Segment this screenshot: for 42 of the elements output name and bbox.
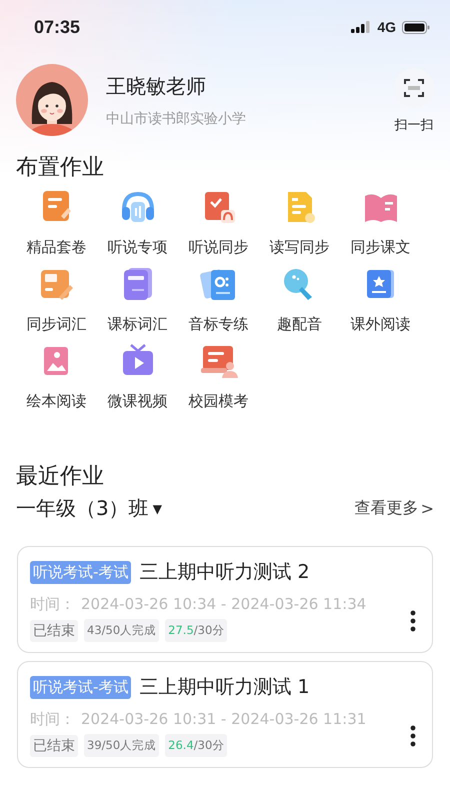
- feature-button[interactable]: 音标专练: [178, 265, 259, 334]
- time-label: 时间：: [30, 595, 75, 613]
- time-range: 2024-03-26 10:31 - 2024-03-26 11:31: [81, 710, 366, 728]
- network-label: 4G: [377, 19, 396, 35]
- status-time: 07:35: [34, 16, 80, 38]
- signal-icon: [351, 21, 372, 33]
- status-chip: 已结束: [30, 734, 78, 756]
- scan-icon: [403, 78, 425, 98]
- more-options-icon[interactable]: [410, 724, 416, 746]
- time-label: 时间：: [30, 710, 75, 728]
- school-name: 中山市读书郎实验小学: [106, 110, 247, 128]
- feature-button[interactable]: 同步课文: [340, 188, 421, 257]
- score-chip: 26.4/30分: [165, 734, 228, 757]
- homework-card[interactable]: 听说考试-考试 三上期中听力测试 1 时间： 2024-03-26 10:31 - 2024-03-26 11:31 已结束 39/50人完成 26.4/30分: [17, 661, 433, 768]
- feature-button[interactable]: 课外阅读: [340, 265, 421, 334]
- feature-button[interactable]: 校园模考: [178, 342, 259, 411]
- feature-button[interactable]: 微课视频: [97, 342, 178, 411]
- feature-button[interactable]: 趣配音: [259, 265, 340, 334]
- score-chip: 27.5/30分: [165, 619, 228, 642]
- battery-icon: [402, 20, 430, 34]
- more-options-icon[interactable]: [410, 610, 416, 632]
- feature-button[interactable]: 课标词汇: [97, 265, 178, 334]
- feature-button[interactable]: 精品套卷: [16, 188, 97, 257]
- feature-button[interactable]: 听说专项: [97, 188, 178, 257]
- section-title: 布置作业: [15, 154, 105, 182]
- homework-card[interactable]: 听说考试-考试 三上期中听力测试 2 时间： 2024-03-26 10:34 - 2024-03-26 11:34 已结束 43/50人完成 27.5/30分: [17, 546, 433, 653]
- type-tag: 听说考试-考试: [30, 676, 132, 698]
- teacher-name: 王晓敏老师: [106, 72, 207, 100]
- view-more-link[interactable]: 查看更多>: [354, 498, 434, 519]
- feature-button[interactable]: 听说同步: [178, 188, 259, 257]
- feature-button[interactable]: 同步词汇: [16, 265, 97, 334]
- feature-button[interactable]: 绘本阅读: [16, 342, 97, 411]
- section-title: 最近作业: [15, 463, 105, 491]
- class-dropdown[interactable]: 一年级（3）班 ▼: [16, 495, 162, 522]
- type-tag: 听说考试-考试: [30, 560, 132, 584]
- completion-chip: 39/50人完成: [84, 734, 160, 757]
- homework-title: 三上期中听力测试 2: [139, 560, 310, 585]
- feature-button[interactable]: 读写同步: [259, 188, 340, 257]
- completion-chip: 43/50人完成: [84, 619, 160, 642]
- homework-title: 三上期中听力测试 1: [139, 675, 310, 700]
- time-range: 2024-03-26 10:34 - 2024-03-26 11:34: [81, 595, 366, 613]
- status-chip: 已结束: [30, 620, 78, 642]
